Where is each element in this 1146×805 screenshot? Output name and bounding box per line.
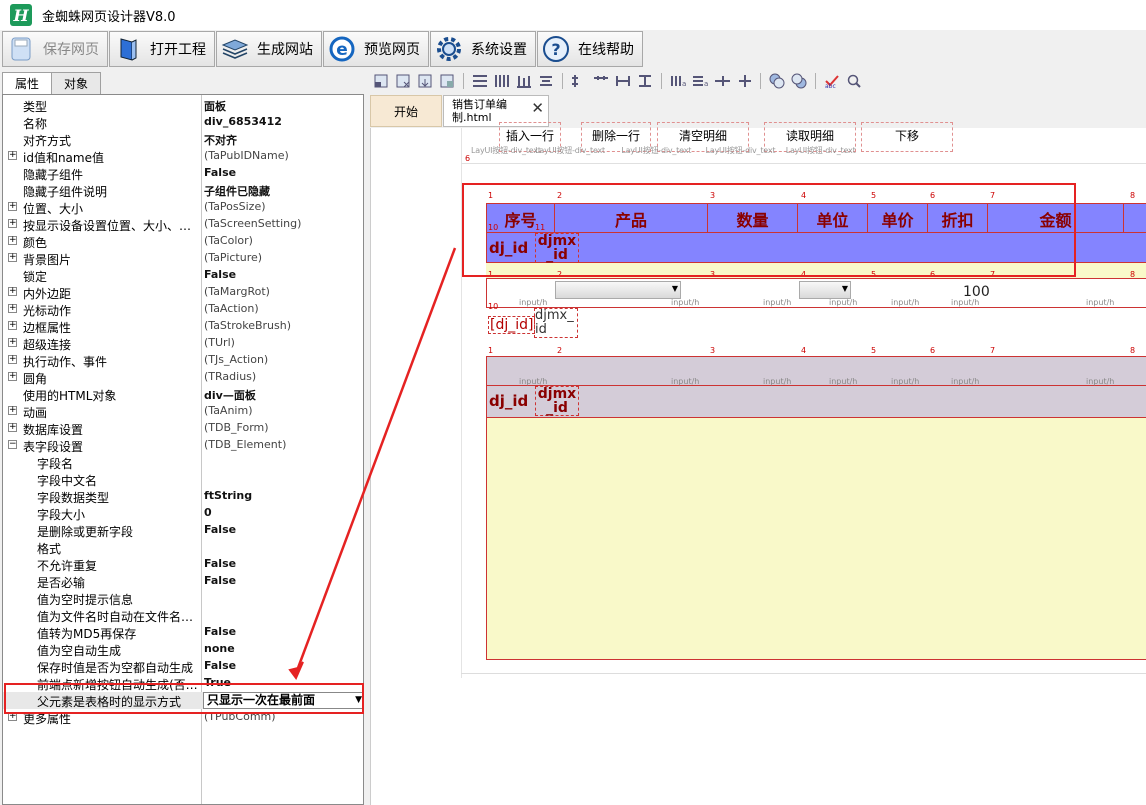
annotation-arrow <box>288 247 457 680</box>
